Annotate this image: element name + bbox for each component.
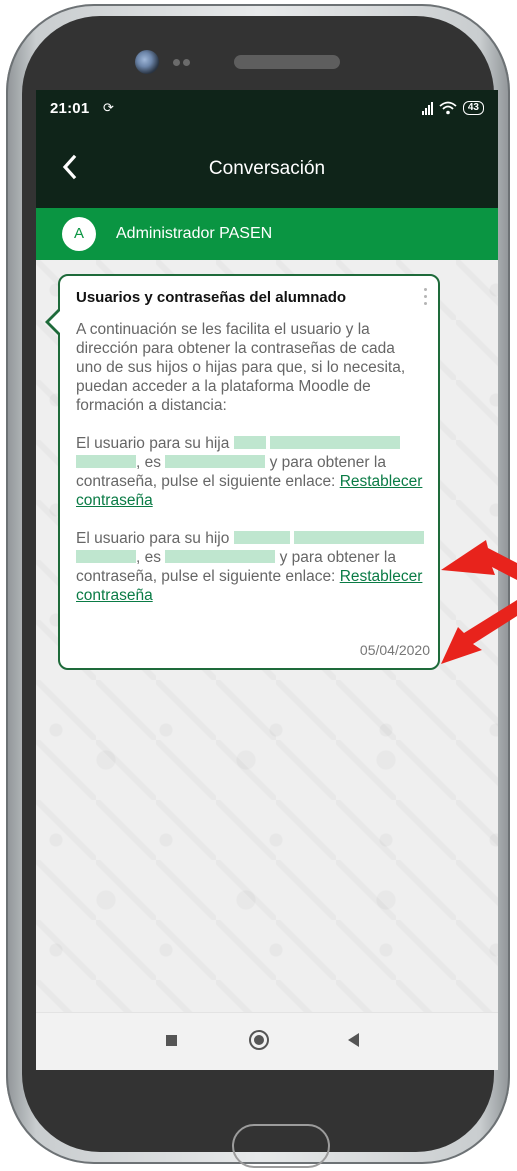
sync-icon: ⟳ <box>103 100 114 115</box>
entry-mid: , es <box>136 454 161 471</box>
redacted-surname <box>270 436 400 449</box>
bubble-tail-fill <box>49 310 61 334</box>
home-button[interactable] <box>249 1030 269 1050</box>
chat-area: Usuarios y contraseñas del alumnado A co… <box>36 260 498 1012</box>
proximity-sensor <box>173 59 180 66</box>
system-nav-bar <box>36 1012 498 1070</box>
message-intro: A continuación se les facilita el usuari… <box>76 321 406 414</box>
redacted-username <box>165 455 266 468</box>
recents-button[interactable] <box>166 1035 177 1046</box>
phone-screen: 21:01 ⟳ 43 Conversación A Administrador … <box>36 90 498 1070</box>
redacted-name <box>233 436 266 449</box>
status-time: 21:01 <box>50 100 90 117</box>
more-options-icon[interactable] <box>422 288 428 310</box>
sender-bar: A Administrador PASEN <box>36 208 498 260</box>
entry-mid: , es <box>136 549 161 566</box>
back-button[interactable] <box>348 1033 359 1047</box>
hardware-home-button[interactable] <box>232 1124 330 1168</box>
wifi-icon <box>439 101 457 115</box>
redacted-name <box>233 531 290 544</box>
page-title: Conversación <box>208 158 326 179</box>
sender-name: Administrador PASEN <box>116 225 273 242</box>
redacted-surname-2 <box>76 550 136 563</box>
earpiece-speaker <box>234 55 340 69</box>
status-bar: 21:01 ⟳ 43 <box>36 90 498 128</box>
light-sensor <box>183 59 190 66</box>
message-body: A continuación se les facilita el usuari… <box>76 320 424 605</box>
message-bubble: Usuarios y contraseñas del alumnado A co… <box>58 274 440 670</box>
redacted-username <box>165 550 276 563</box>
signal-icon <box>421 101 433 115</box>
message-entry-daughter: El usuario para su hija , es y para obte… <box>76 434 424 510</box>
message-entry-son: El usuario para su hijo , es y para obte… <box>76 529 424 605</box>
redacted-surname-2 <box>76 455 136 468</box>
redacted-surname <box>294 531 424 544</box>
message-date: 05/04/2020 <box>359 642 430 658</box>
avatar: A <box>62 217 96 251</box>
entry-prefix: El usuario para su hija <box>76 435 230 452</box>
front-camera <box>135 50 159 74</box>
status-icons: 43 <box>421 99 484 117</box>
message-title: Usuarios y contraseñas del alumnado <box>76 289 347 306</box>
battery-indicator: 43 <box>462 101 484 115</box>
entry-prefix: El usuario para su hijo <box>76 530 230 547</box>
app-bar: Conversación <box>36 128 498 208</box>
